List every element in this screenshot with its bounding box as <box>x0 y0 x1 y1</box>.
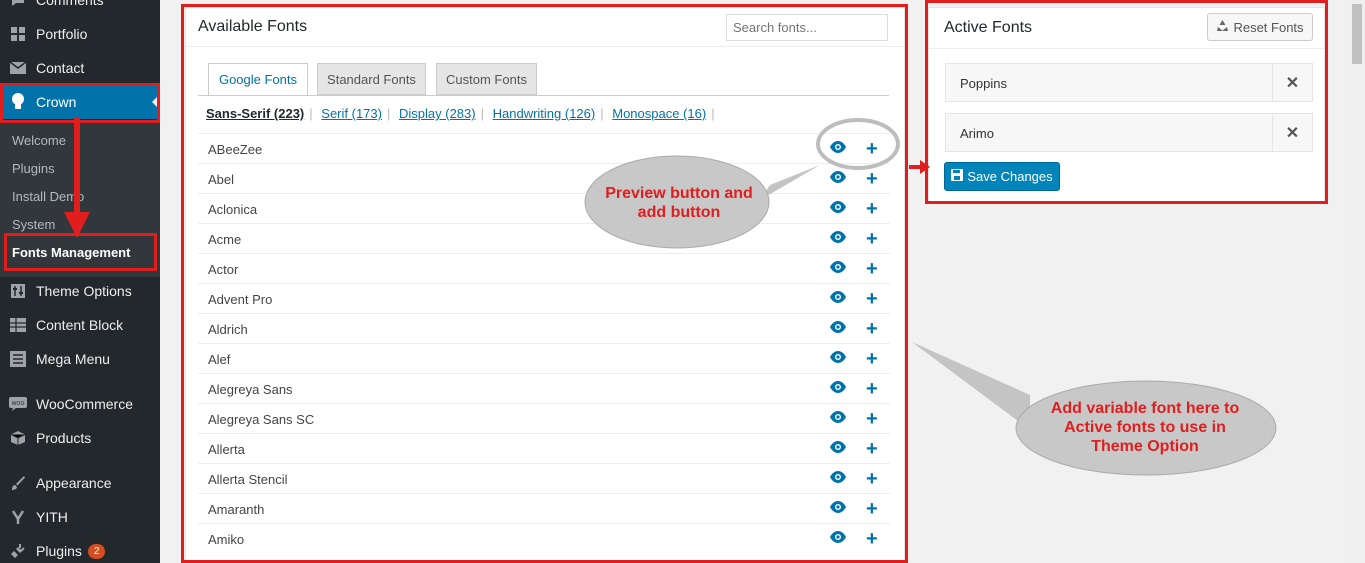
active-fonts-highlight-box <box>925 0 1328 204</box>
red-arrow-shaft <box>74 118 80 218</box>
available-fonts-highlight-box <box>181 4 908 563</box>
page-scrollbar[interactable] <box>1349 0 1365 563</box>
crown-highlight-box <box>0 83 160 123</box>
fonts-management-highlight-box <box>4 233 157 271</box>
scrollbar-thumb[interactable] <box>1352 4 1362 64</box>
add-callout-text: Add variable font here to Active fonts t… <box>1050 400 1240 455</box>
